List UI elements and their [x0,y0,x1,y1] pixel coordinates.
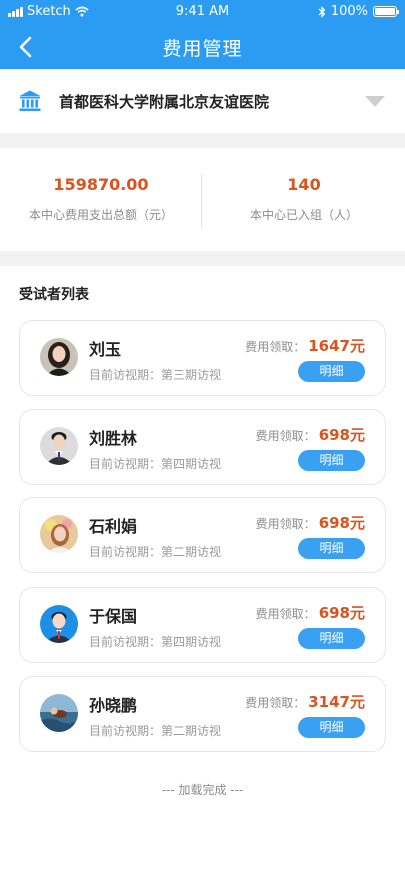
hospital-selector[interactable]: 首都医科大学附属北京友谊医院 [0,69,405,133]
subject-card[interactable]: 孙晓鹏 目前访视期：第二期访视 费用领取： 3147元 明细 [19,676,386,752]
subject-name: 于保国 [89,607,138,626]
detail-button[interactable]: 明细 [298,450,365,471]
total-expense-stat: 159870.00 本中心费用支出总额（元） [0,148,202,251]
subject-card[interactable]: 于保国 目前访视期：第四期访视 费用领取： 698元 明细 [19,587,386,663]
subject-list-title: 受试者列表 [19,287,89,303]
enrolled-label: 本中心已入组（人） [249,208,358,222]
battery-percent: 100% [330,4,368,19]
fee-info: 费用领取： 1647元 [245,335,365,356]
avatar [40,338,78,376]
fee-label: 费用领取： [255,517,316,531]
fee-label: 费用领取： [255,429,316,443]
enrolled-value: 140 [287,175,321,194]
load-complete-note: --- 加载完成 --- [161,783,244,797]
app-header: Sketch 9:41 AM 100% 费用管理 [0,0,405,69]
visit-period: 目前访视期：第二期访视 [89,545,222,559]
fee-label: 费用领取： [245,696,306,710]
stats-panel: 159870.00 本中心费用支出总额（元） 140 本中心已入组（人） [0,148,405,251]
subject-card[interactable]: 刘玉 目前访视期：第三期访视 费用领取： 1647元 明细 [19,320,386,396]
fee-label: 费用领取： [255,607,316,621]
dropdown-arrow-icon[interactable] [365,96,385,107]
detail-button[interactable]: 明细 [298,538,365,559]
detail-button[interactable]: 明细 [298,361,365,382]
avatar [40,694,78,732]
status-bar: Sketch 9:41 AM 100% [0,0,405,24]
avatar [40,605,78,643]
visit-period: 目前访视期：第四期访视 [89,457,222,471]
page-title: 费用管理 [162,38,243,60]
total-expense-label: 本中心费用支出总额（元） [28,208,173,222]
subject-name: 刘玉 [89,340,122,359]
subject-name: 孙晓鹏 [89,696,138,715]
fee-amount: 3147元 [308,693,365,711]
fee-info: 费用领取： 698元 [256,424,365,445]
enrolled-stat: 140 本中心已入组（人） [203,148,405,251]
visit-period: 目前访视期：第三期访视 [89,368,222,382]
subject-name: 石利娟 [89,517,138,536]
detail-button[interactable]: 明细 [298,628,365,649]
subject-card[interactable]: 石利娟 目前访视期：第二期访视 费用领取： 698元 明细 [19,497,386,573]
stats-separator [201,174,202,228]
total-expense-value: 159870.00 [53,175,149,194]
subject-name: 刘胜林 [89,429,138,448]
section-divider [0,133,405,148]
bank-icon [19,90,41,111]
fee-amount: 1647元 [308,337,365,355]
avatar [40,427,78,465]
battery-icon [373,6,399,17]
fee-info: 费用领取： 698元 [256,512,365,533]
fee-info: 费用领取： 698元 [256,602,365,623]
hospital-name: 首都医科大学附属北京友谊医院 [59,93,270,111]
bluetooth-icon [318,5,326,18]
visit-period: 目前访视期：第二期访视 [89,724,222,738]
detail-button[interactable]: 明细 [298,717,365,738]
visit-period: 目前访视期：第四期访视 [89,635,222,649]
fee-amount: 698元 [318,604,365,622]
section-divider [0,251,405,266]
fee-amount: 698元 [318,426,365,444]
fee-amount: 698元 [318,514,365,532]
subject-card[interactable]: 刘胜林 目前访视期：第四期访视 费用领取： 698元 明细 [19,409,386,485]
fee-info: 费用领取： 3147元 [245,691,365,712]
fee-label: 费用领取： [245,340,306,354]
avatar [40,515,78,553]
